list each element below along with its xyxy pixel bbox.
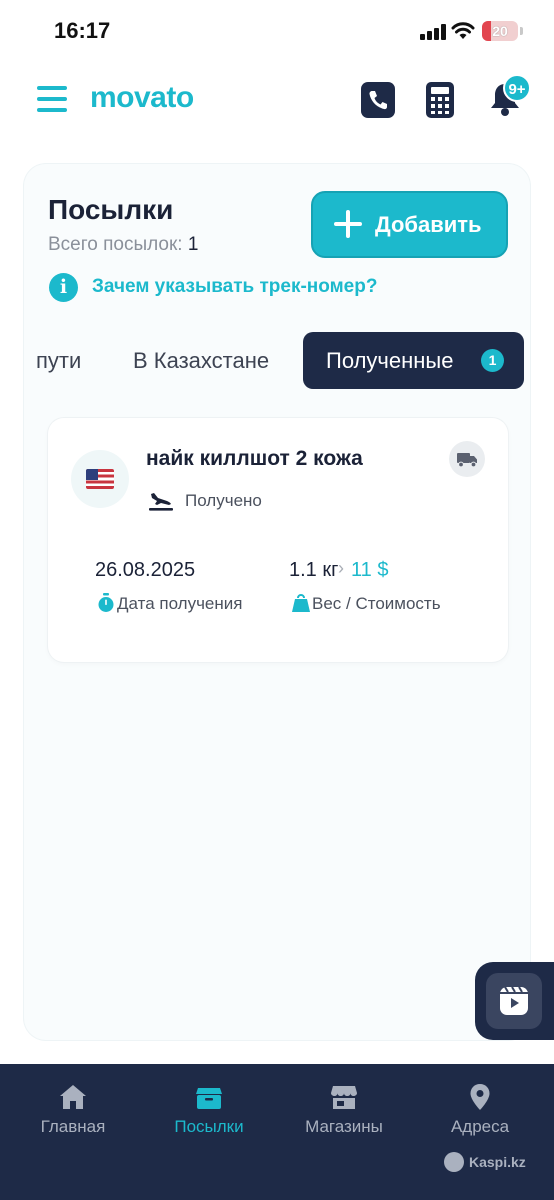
tab-in-kazakhstan[interactable]: В Казахстане bbox=[133, 332, 269, 389]
video-guide-button[interactable] bbox=[475, 962, 554, 1040]
status-time: 16:17 bbox=[54, 18, 111, 43]
plus-icon bbox=[333, 207, 363, 241]
app-header: movato 9+ bbox=[0, 62, 554, 142]
wifi-icon bbox=[451, 22, 475, 39]
battery-cap bbox=[520, 27, 523, 35]
tab-received-badge: 1 bbox=[481, 349, 504, 372]
nav-parcels[interactable]: Посылки bbox=[149, 1064, 269, 1164]
nav-home-label: Главная bbox=[40, 1117, 106, 1136]
total-count: 1 bbox=[187, 234, 199, 255]
nav-home[interactable]: Главная bbox=[13, 1064, 133, 1164]
add-parcel-button[interactable]: Добавить bbox=[311, 191, 508, 258]
kaspi-logo-icon bbox=[444, 1152, 464, 1172]
parcel-cost: 11 $ bbox=[351, 559, 389, 581]
home-icon bbox=[60, 1085, 86, 1109]
origin-country bbox=[71, 450, 129, 508]
battery-level: 20 bbox=[492, 23, 508, 39]
tab-received[interactable]: Полученные 1 bbox=[303, 332, 524, 389]
menu-icon[interactable] bbox=[37, 86, 67, 112]
nav-parcels-label: Посылки bbox=[174, 1117, 244, 1136]
receipt-date: 26.08.2025 bbox=[95, 559, 196, 581]
info-icon[interactable]: i bbox=[49, 273, 78, 302]
weight-bag-icon bbox=[292, 594, 310, 612]
video-play-icon bbox=[500, 986, 528, 1015]
tab-received-label: Полученные bbox=[326, 348, 454, 373]
nav-stores[interactable]: Магазины bbox=[284, 1064, 404, 1164]
parcel-name: найк киллшот 2 кожа bbox=[146, 447, 363, 470]
total-parcels: Всего посылок: 1 bbox=[48, 234, 198, 256]
parcel-status: Получено bbox=[185, 491, 262, 510]
location-pin-icon bbox=[470, 1084, 490, 1110]
nav-addresses[interactable]: Адреса bbox=[420, 1064, 540, 1164]
store-icon bbox=[331, 1086, 357, 1109]
cellular-signal-icon bbox=[420, 24, 446, 40]
calculator-icon bbox=[431, 87, 449, 114]
receipt-date-label: Дата получения bbox=[117, 594, 243, 613]
weight-cost-label: Вес / Стоимость bbox=[312, 594, 441, 613]
track-number-info-link[interactable]: Зачем указывать трек-номер? bbox=[92, 276, 377, 298]
phone-icon bbox=[369, 91, 387, 110]
parcel-weight: 1.1 кг bbox=[289, 559, 339, 581]
status-tabs: пути В Казахстане Полученные 1 bbox=[0, 332, 554, 390]
nav-stores-label: Магазины bbox=[305, 1117, 383, 1136]
stopwatch-icon bbox=[98, 593, 114, 612]
chevron-right-icon: › bbox=[338, 558, 344, 578]
add-button-label: Добавить bbox=[375, 212, 482, 237]
plane-landing-icon bbox=[149, 493, 173, 511]
app-screen: 16:17 20 movato 9+ Посылки Всего посылок… bbox=[0, 0, 554, 1200]
calculator-button[interactable] bbox=[426, 82, 454, 118]
battery-icon: 20 bbox=[482, 21, 518, 41]
kaspi-watermark: Kaspi.kz bbox=[469, 1154, 526, 1170]
total-label: Всего посылок: bbox=[48, 234, 183, 255]
phone-button[interactable] bbox=[361, 82, 395, 118]
truck-icon bbox=[457, 453, 477, 468]
page-title: Посылки bbox=[48, 194, 174, 225]
status-bar: 16:17 20 bbox=[0, 0, 554, 62]
notification-badge: 9+ bbox=[503, 74, 531, 102]
nav-addresses-label: Адреса bbox=[450, 1117, 510, 1136]
us-flag-icon bbox=[86, 469, 114, 489]
movato-logo[interactable]: movato bbox=[90, 81, 194, 115]
delivery-button[interactable] bbox=[449, 441, 485, 477]
box-icon bbox=[196, 1088, 222, 1109]
tab-in-transit[interactable]: пути bbox=[36, 332, 81, 389]
bottom-navigation: Главная Посылки Магазины Адреса bbox=[0, 1064, 554, 1200]
